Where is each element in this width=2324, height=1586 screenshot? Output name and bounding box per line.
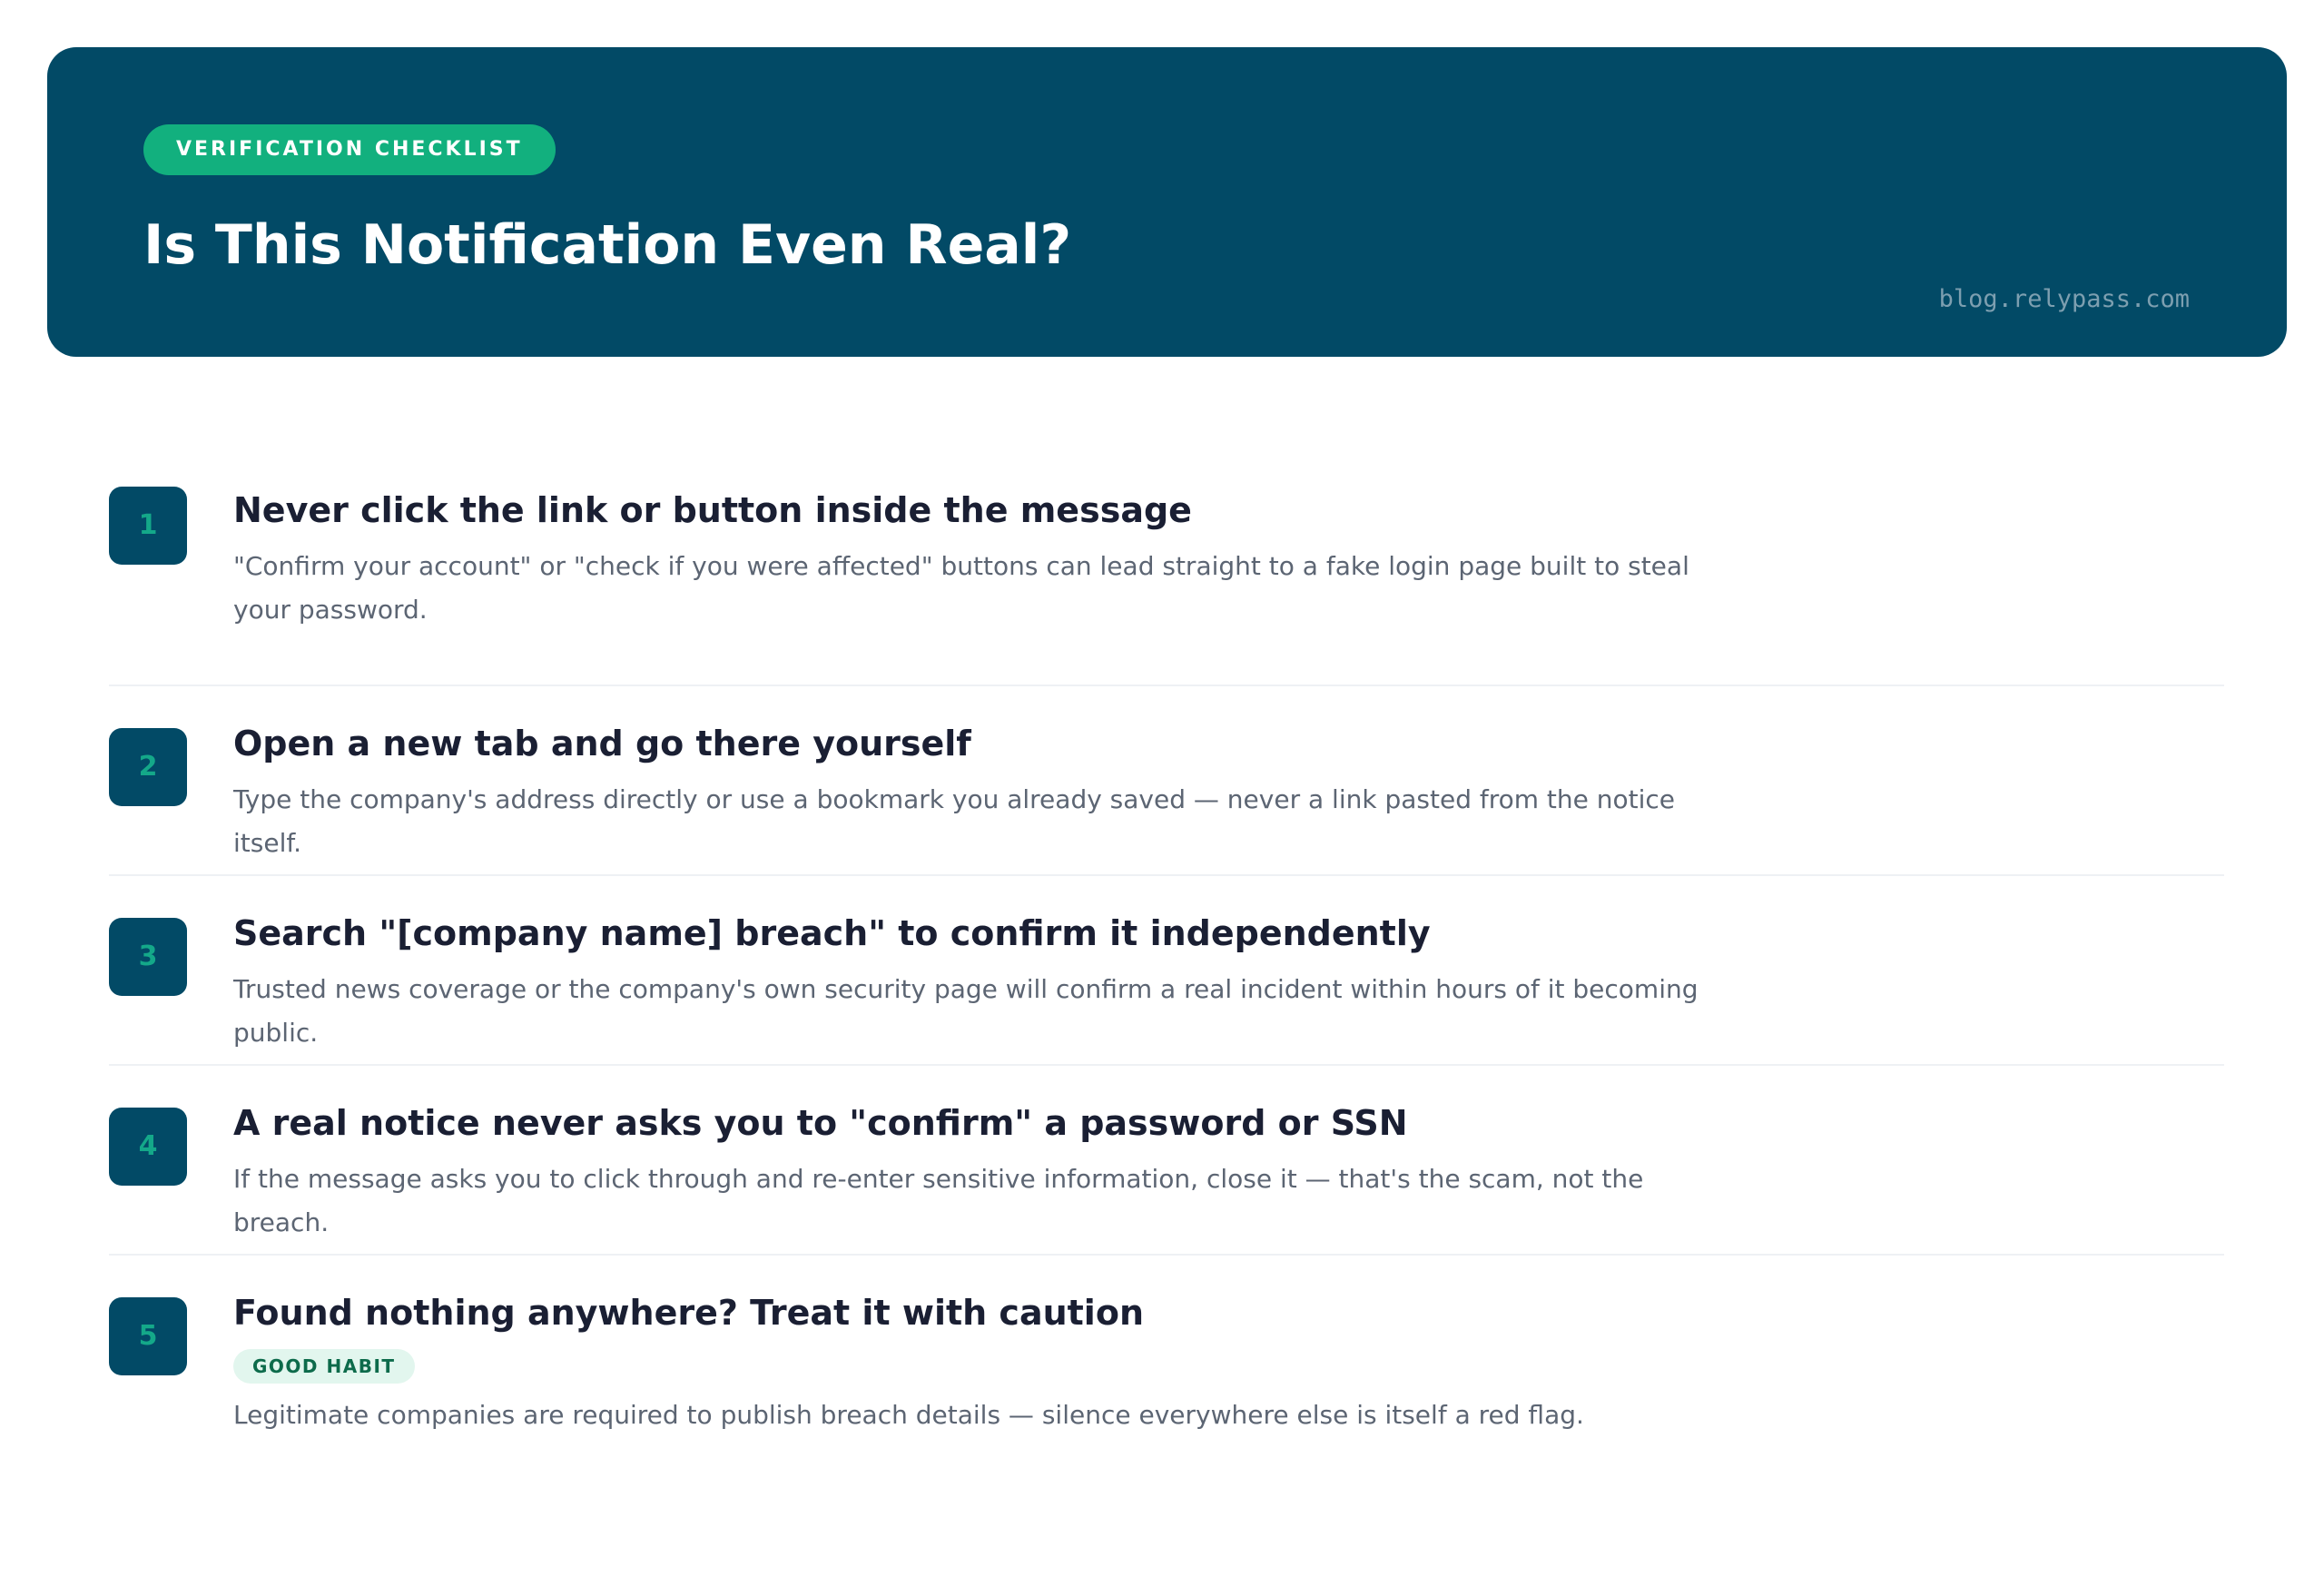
step-tag-row: GOOD HABIT — [233, 1349, 2224, 1384]
step-title: A real notice never asks you to "confirm… — [233, 1103, 1408, 1143]
step-description: Legitimate companies are required to pub… — [233, 1400, 1584, 1430]
step-description: Type the company's address directly or u… — [233, 784, 1676, 858]
step-title: Search "[company name] breach" to confir… — [233, 913, 1431, 953]
step-description: "Confirm your account" or "check if you … — [233, 551, 1689, 625]
step-number-badge: 5 — [109, 1297, 187, 1375]
checklist: 1 Never click the link or button inside … — [109, 452, 2224, 1492]
source-domain: blog.relypass.com — [1938, 285, 2190, 313]
good-habit-tag: GOOD HABIT — [233, 1349, 415, 1384]
checklist-item: 2 Open a new tab and go there yourself T… — [109, 686, 2224, 876]
step-number-badge: 3 — [109, 918, 187, 996]
header-banner: VERIFICATION CHECKLIST Is This Notificat… — [47, 47, 2287, 357]
step-content: Never click the link or button inside th… — [233, 488, 2224, 632]
checklist-item: 4 A real notice never asks you to "confi… — [109, 1066, 2224, 1256]
step-content: A real notice never asks you to "confirm… — [233, 1100, 2224, 1245]
checklist-item: 3 Search "[company name] breach" to conf… — [109, 876, 2224, 1066]
step-title: Open a new tab and go there yourself — [233, 724, 971, 763]
step-content: Search "[company name] breach" to confir… — [233, 911, 2224, 1055]
step-content: Found nothing anywhere? Treat it with ca… — [233, 1290, 2224, 1437]
checklist-item: 5 Found nothing anywhere? Treat it with … — [109, 1256, 2224, 1492]
step-number-badge: 4 — [109, 1108, 187, 1186]
step-title: Never click the link or button inside th… — [233, 490, 1192, 530]
page-title: Is This Notification Even Real? — [143, 213, 1072, 277]
step-number-badge: 2 — [109, 728, 187, 806]
checklist-item: 1 Never click the link or button inside … — [109, 452, 2224, 686]
step-number-badge: 1 — [109, 487, 187, 565]
step-description: Trusted news coverage or the company's o… — [233, 974, 1699, 1048]
step-description: If the message asks you to click through… — [233, 1164, 1644, 1237]
checklist-badge: VERIFICATION CHECKLIST — [143, 124, 556, 175]
step-title: Found nothing anywhere? Treat it with ca… — [233, 1293, 1144, 1333]
step-content: Open a new tab and go there yourself Typ… — [233, 721, 2224, 865]
